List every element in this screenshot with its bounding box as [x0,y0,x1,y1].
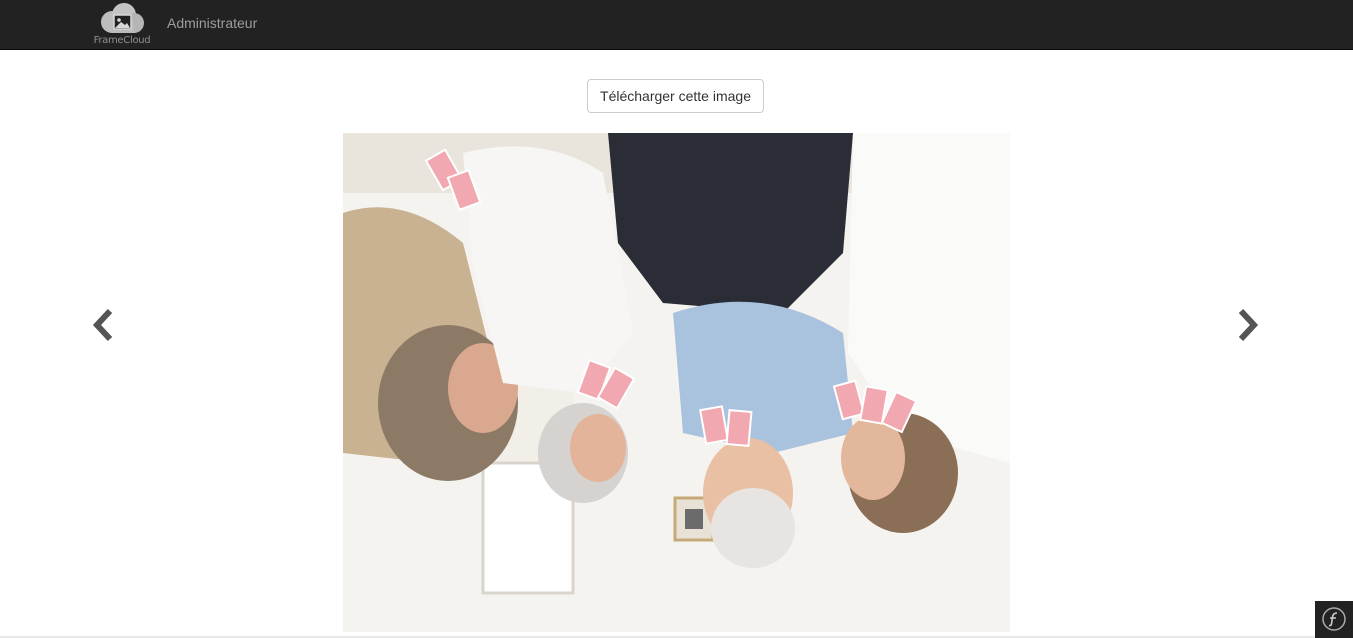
symfony-icon [1322,607,1346,631]
brand-logo[interactable]: FrameCloud [93,2,151,48]
cloud-picture-icon [101,3,144,33]
debug-toolbar-toggle[interactable] [1315,601,1353,638]
next-image-button[interactable] [1234,308,1260,342]
previous-image-button[interactable] [91,308,117,342]
brand-name: FrameCloud [93,35,151,46]
admin-link[interactable]: Administrateur [167,15,257,31]
gallery-image [343,133,1010,632]
download-image-button[interactable]: Télécharger cette image [587,79,764,113]
top-navbar: FrameCloud Administrateur [0,0,1353,50]
chevron-right-icon [1238,308,1259,342]
chevron-left-icon [92,308,113,342]
